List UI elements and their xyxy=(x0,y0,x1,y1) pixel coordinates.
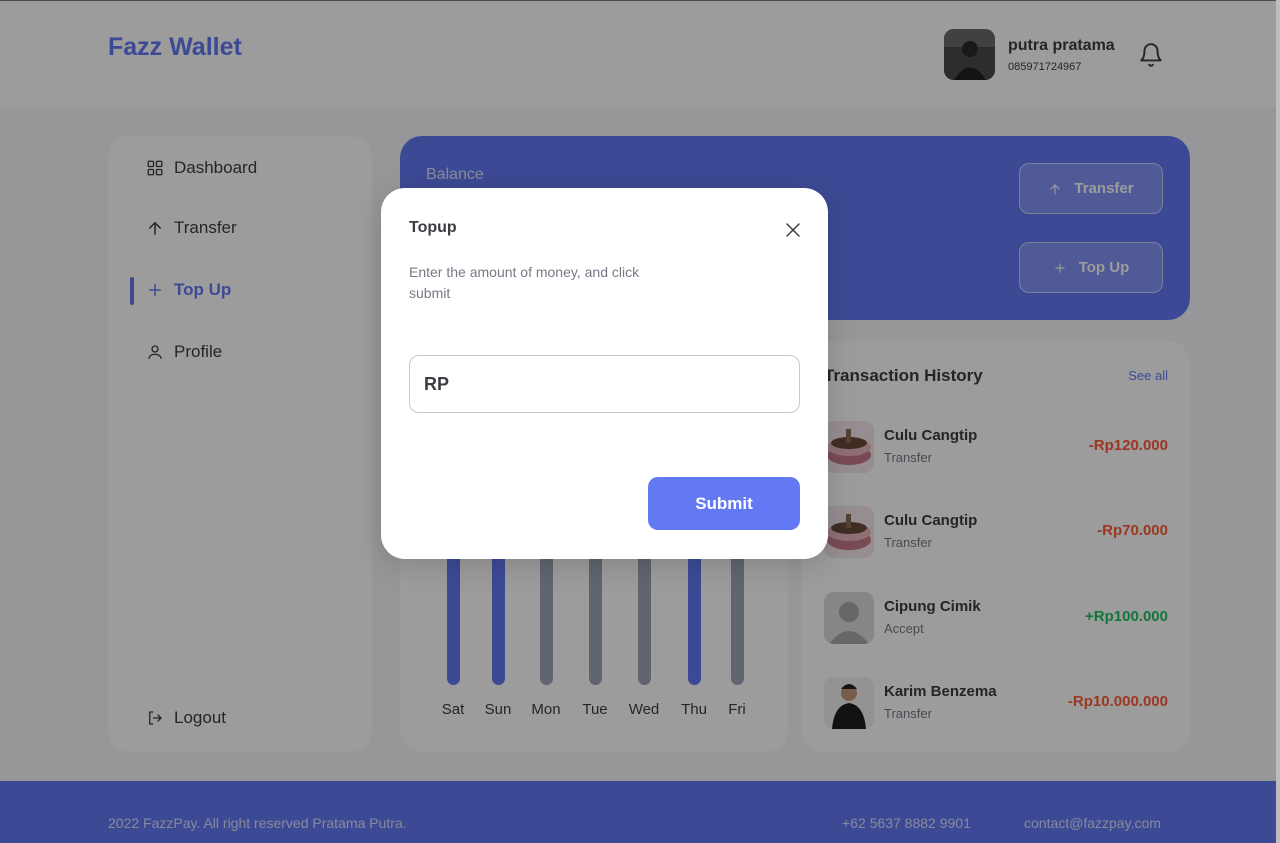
topup-modal: Topup Enter the amount of money, and cli… xyxy=(381,188,828,559)
close-icon[interactable] xyxy=(784,221,802,239)
submit-button[interactable]: Submit xyxy=(648,477,800,530)
amount-input[interactable] xyxy=(409,355,800,413)
scrollbar[interactable] xyxy=(1276,0,1280,843)
modal-description: Enter the amount of money, and click sub… xyxy=(409,264,640,301)
modal-title: Topup xyxy=(409,219,457,236)
